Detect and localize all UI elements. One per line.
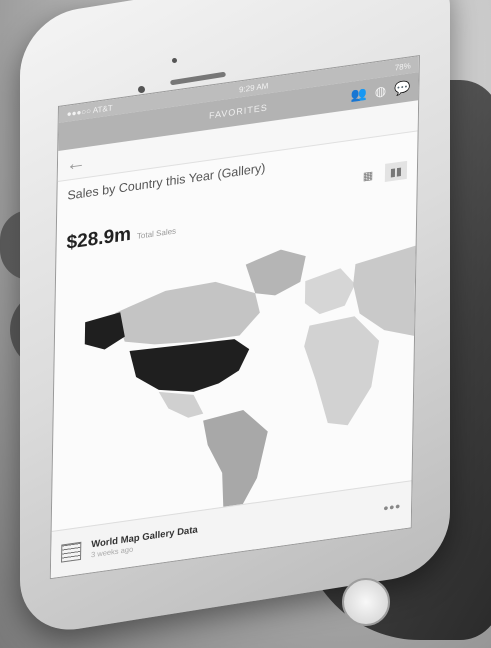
back-arrow-icon[interactable]: ← — [66, 151, 86, 177]
europe-shape — [304, 268, 356, 315]
camera-icon — [172, 58, 177, 63]
spreadsheet-icon — [61, 541, 82, 563]
phone: ●●●○○ AT&T 9:29 AM 78% FAVORITES 👥 ◍ 💬 ←… — [20, 0, 450, 638]
total-sales-label: Total Sales — [136, 226, 177, 241]
alaska-shape — [84, 312, 125, 350]
usa-shape — [129, 339, 250, 392]
bar-chart-icon[interactable]: ▮▮ — [384, 160, 408, 182]
home-button[interactable] — [342, 578, 390, 626]
africa-shape — [304, 316, 380, 426]
more-options-icon[interactable]: ••• — [383, 498, 401, 517]
total-sales-value: $28.9m — [66, 223, 132, 254]
screen: ●●●○○ AT&T 9:29 AM 78% FAVORITES 👥 ◍ 💬 ←… — [49, 54, 420, 580]
sensor-icon — [138, 86, 145, 93]
scene: ●●●○○ AT&T 9:29 AM 78% FAVORITES 👥 ◍ 💬 ←… — [0, 0, 491, 648]
dataset-info: World Map Gallery Data 3 weeks ago — [91, 524, 198, 559]
clock: 9:29 AM — [238, 80, 269, 95]
canada-shape — [115, 281, 260, 345]
grid-icon[interactable]: ▦ — [357, 165, 379, 186]
battery: 78% — [394, 60, 411, 73]
greenland-shape — [245, 249, 306, 296]
